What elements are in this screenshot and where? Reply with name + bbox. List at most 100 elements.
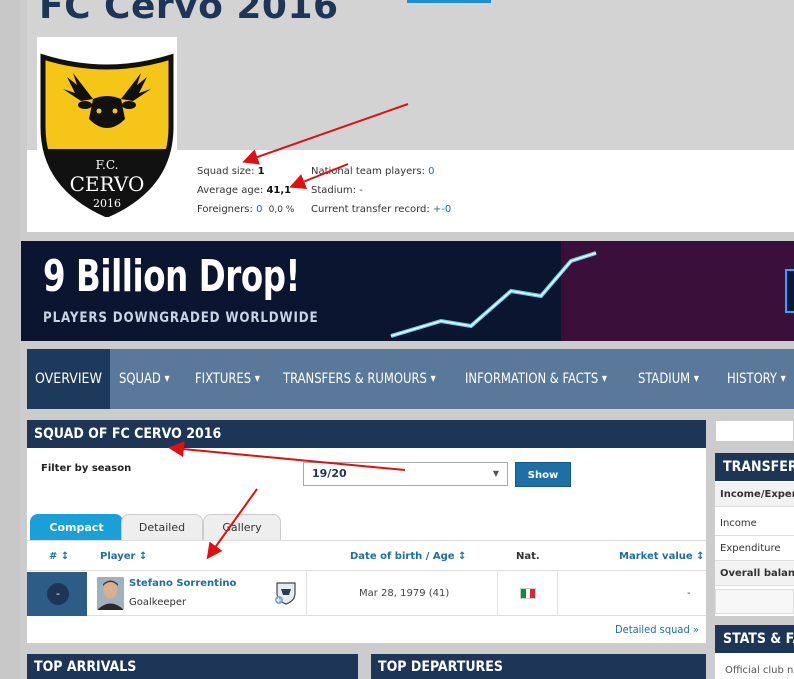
shirt-number: -: [47, 583, 69, 605]
player-name-link[interactable]: Stefano Sorrentino: [129, 578, 236, 589]
tab-gallery[interactable]: Gallery: [203, 514, 281, 540]
transfer-record-label: Current transfer record:: [311, 204, 430, 215]
transfer-record-stat: Current transfer record: +-0: [311, 204, 451, 215]
detailed-squad-link[interactable]: Detailed squad »: [615, 623, 699, 636]
squad-size-stat: Squad size: 1: [197, 166, 265, 177]
national-players-value[interactable]: 0: [428, 166, 434, 177]
cervo-logo-icon: F.C. CERVO 2016: [40, 53, 174, 218]
svg-text:F.C.: F.C.: [96, 158, 119, 172]
transfer-record-value[interactable]: +-0: [433, 204, 451, 215]
national-players-label: National team players:: [311, 166, 425, 177]
column-divider: [306, 572, 307, 616]
average-age-stat: Average age: 41,1: [197, 185, 291, 196]
squad-size-label: Squad size:: [197, 166, 255, 177]
stadium-label: Stadium:: [311, 185, 356, 196]
nav-overview[interactable]: OVERVIEW: [27, 349, 110, 409]
caret-down-icon: ▼: [430, 374, 436, 383]
club-title: FC Cervo 2016: [39, 0, 339, 27]
sidebar-search-input[interactable]: [715, 420, 794, 442]
income-expense-header: Income/Expen: [715, 482, 794, 507]
caret-down-icon: ▼: [601, 374, 608, 383]
tab-detailed[interactable]: Detailed: [121, 514, 203, 540]
transfer-record-panel: TRANSFER R Income/Expen Income Expenditu…: [715, 453, 794, 616]
show-button[interactable]: Show: [515, 462, 571, 487]
chart-graphic-icon: [390, 251, 597, 338]
dropdown-arrow-icon: ▼: [492, 469, 499, 478]
svg-text:CERVO: CERVO: [70, 172, 145, 196]
banner-subtitle: PLAYERS DOWNGRADED WORLDWIDE: [43, 310, 319, 326]
col-market-header[interactable]: Market value ↕: [619, 541, 705, 572]
player-dob: Mar 28, 1979 (41): [359, 588, 450, 599]
nav-transfers[interactable]: TRANSFERS & RUMOURS ▼: [283, 349, 436, 409]
income-row: Income: [715, 511, 794, 536]
top-departures-heading: TOP DEPARTURES: [371, 654, 706, 679]
nav-stadium-label: STADIUM: [638, 371, 691, 387]
nav-information-label: INFORMATION & FACTS: [465, 371, 599, 387]
player-position: Goalkeeper: [129, 597, 187, 608]
nav-squad-label: SQUAD: [119, 371, 161, 387]
squad-size-value: 1: [257, 166, 265, 177]
header-accent-bar: [407, 0, 491, 3]
page-left-gutter: [0, 0, 20, 679]
col-nat-header: Nat.: [516, 551, 540, 562]
club-logo: F.C. CERVO 2016: [37, 37, 177, 218]
banner-title: 9 Billion Drop!: [43, 251, 300, 302]
top-arrivals-heading: TOP ARRIVALS: [27, 654, 358, 679]
stadium-stat: Stadium: -: [311, 185, 363, 196]
club-nav: OVERVIEW SQUAD ▼ FIXTURES ▼ TRANSFERS & RU…: [27, 349, 794, 409]
shirt-number-cell: -: [27, 572, 87, 616]
squad-panel: SQUAD OF FC CERVO 2016 Filter by season …: [27, 420, 706, 643]
squad-view-tabs: Compact Detailed Gallery: [27, 512, 706, 540]
season-select-value: 19/20: [312, 467, 347, 480]
foreigners-label: Foreigners:: [197, 204, 253, 215]
svg-text:2016: 2016: [93, 197, 121, 210]
filter-season-label: Filter by season: [41, 463, 132, 474]
stats-facts-heading: STATS & FAC: [715, 625, 794, 653]
national-players-stat: National team players: 0: [311, 166, 435, 177]
tab-compact[interactable]: Compact: [30, 514, 123, 540]
col-number-header[interactable]: # ↕: [49, 541, 69, 572]
foreigners-percent: 0,0 %: [268, 205, 295, 215]
nav-fixtures[interactable]: FIXTURES ▼: [195, 349, 260, 409]
column-divider: [557, 572, 558, 616]
squad-table-header: # ↕ Player ↕ Date of birth / Age ↕ Nat. …: [27, 540, 706, 571]
banner-cta-button[interactable]: Co: [785, 269, 794, 313]
stats-facts-panel: STATS & FAC Official club n: [715, 625, 794, 679]
caret-down-icon: ▼: [780, 374, 786, 383]
column-divider: [497, 572, 498, 616]
nav-transfers-label: TRANSFERS & RUMOURS: [283, 371, 427, 387]
sidebar-dropdown[interactable]: [715, 589, 794, 614]
col-player-header[interactable]: Player ↕: [100, 541, 147, 572]
nav-fixtures-label: FIXTURES: [195, 371, 252, 387]
shield-icon: [275, 582, 296, 605]
nav-history-label: HISTORY: [727, 371, 777, 387]
player-market-value: -: [687, 588, 691, 599]
foreigners-value[interactable]: 0: [256, 204, 262, 215]
club-crest-icon[interactable]: [275, 581, 297, 605]
player-avatar[interactable]: [97, 577, 124, 610]
official-club-name-label: Official club n: [725, 665, 794, 676]
nav-history[interactable]: HISTORY ▼: [727, 349, 786, 409]
club-header: FC Cervo 2016 F.C. CERVO 2016 Squad size…: [27, 0, 794, 232]
person-photo-icon: [97, 577, 124, 610]
stadium-value: -: [359, 185, 363, 196]
table-row: - Stefano Sorrentino Goalkeeper Mar 28, …: [27, 572, 706, 616]
average-age-label: Average age:: [197, 185, 264, 196]
nav-information[interactable]: INFORMATION & FACTS ▼: [465, 349, 607, 409]
col-dob-header[interactable]: Date of birth / Age ↕: [350, 541, 466, 572]
transfer-panel-heading: TRANSFER R: [715, 453, 794, 481]
squad-heading: SQUAD OF FC CERVO 2016: [27, 420, 706, 448]
average-age-value: 41,1: [266, 185, 292, 196]
nav-stadium[interactable]: STADIUM ▼: [638, 349, 699, 409]
nav-squad[interactable]: SQUAD ▼: [119, 349, 170, 409]
italy-flag-icon: [520, 588, 536, 599]
caret-down-icon: ▼: [164, 374, 170, 383]
expenditure-row: Expenditure: [715, 536, 794, 561]
caret-down-icon: ▼: [254, 374, 260, 383]
nav-overview-label: OVERVIEW: [35, 371, 102, 387]
caret-down-icon: ▼: [693, 374, 699, 383]
advert-banner[interactable]: 9 Billion Drop! PLAYERS DOWNGRADED WORLD…: [21, 241, 794, 341]
overall-balance-row: Overall balanc: [715, 561, 794, 586]
foreigners-stat: Foreigners: 0 0,0 %: [197, 204, 294, 215]
season-select[interactable]: 19/20 ▼: [303, 462, 508, 486]
